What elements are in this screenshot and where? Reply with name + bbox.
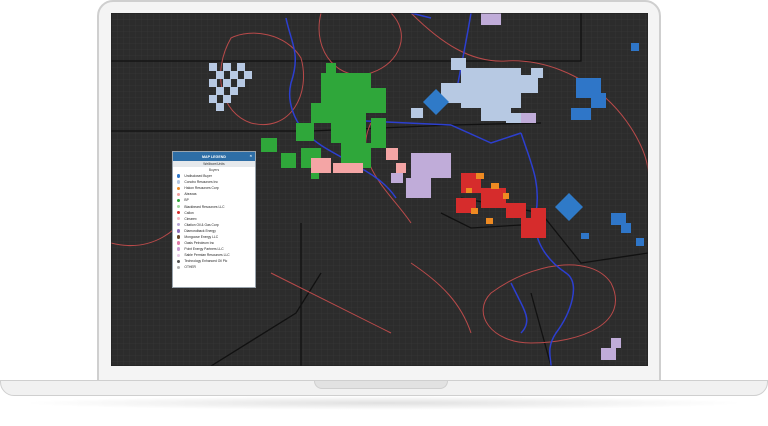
legend-item-label: Conoho Resources Inc [184, 180, 218, 185]
legend-item-label: Hakon Resources Corp [184, 186, 219, 191]
legend-item-label: Cimarex [184, 216, 197, 221]
legend-swatch-icon [177, 265, 181, 270]
legend-swatch-icon [177, 253, 181, 257]
legend-swatch-icon [177, 229, 181, 233]
legend-swatch-icon [177, 223, 181, 227]
legend-item-label: Mongoose Energy LLC [184, 234, 219, 239]
legend-item-label: BP [184, 198, 189, 203]
legend-header: MAP LEGEND × [173, 152, 255, 161]
legend-item-label: Sable Permian Resources LLC [184, 253, 230, 258]
legend-title: MAP LEGEND [202, 154, 226, 159]
legend-item-label: Blackbeard Resources LLC [184, 204, 225, 209]
legend-item-label: Diamondback Energy [184, 228, 216, 233]
legend-swatch-icon [177, 217, 181, 221]
legend-item-label: Citation Oil & Gas Corp [184, 222, 219, 227]
legend-swatch-icon [177, 241, 181, 245]
legend-items: Undisclosed Buyer Conoho Resources Inc Hak… [173, 173, 255, 271]
legend-item[interactable]: OTHER [173, 264, 255, 270]
legend-item-label: Callon [184, 210, 194, 215]
legend-item-label: Oasis Petroleum Inc [184, 241, 215, 246]
legend-swatch-icon [177, 174, 181, 178]
legend-swatch-icon [177, 235, 181, 239]
legend-item-label: Technology Enhanced Oil Plc [184, 259, 228, 264]
laptop-shadow [20, 396, 748, 410]
legend-swatch-icon [177, 259, 181, 264]
legend-item-label: OTHER [184, 265, 196, 270]
legend-swatch-icon [177, 204, 181, 209]
legend-swatch-icon [177, 186, 181, 190]
legend-swatch-icon [177, 198, 181, 203]
legend-item-label: Abraxas [184, 192, 197, 197]
legend-swatch-icon [177, 210, 181, 215]
map-legend: MAP LEGEND × Wellbore/Units Buyers Undis… [172, 151, 256, 288]
legend-swatch-icon [177, 192, 181, 197]
close-icon[interactable]: × [250, 153, 252, 158]
legend-swatch-icon [177, 180, 181, 184]
legend-item-label: Undisclosed Buyer [184, 174, 212, 179]
legend-swatch-icon [177, 247, 181, 251]
legend-item-label: Point Energy Partners LLC [184, 247, 224, 252]
laptop-notch [314, 381, 448, 389]
